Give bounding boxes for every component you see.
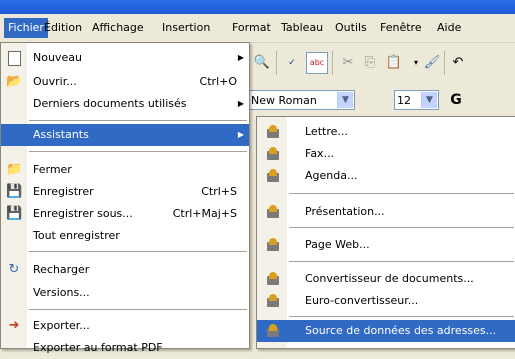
- menu-item-fermer[interactable]: 📁 Fermer: [1, 159, 249, 181]
- submenu-item-fax[interactable]: Fax...: [257, 143, 515, 165]
- wizard-icon: [265, 293, 281, 309]
- wizard-icon: [265, 124, 281, 140]
- menu-edition[interactable]: Édition: [40, 18, 86, 38]
- paste-icon[interactable]: 📋: [384, 53, 404, 73]
- submenu-item-source-donnees-adresses[interactable]: Source de données des adresses...: [257, 320, 515, 342]
- wizard-icon: [265, 168, 281, 184]
- menu-item-exporter-pdf[interactable]: Exporter au format PDF: [1, 337, 249, 359]
- wizard-icon: [265, 146, 281, 162]
- reload-icon: ↻: [8, 262, 20, 277]
- undo-icon[interactable]: ↶: [448, 53, 468, 73]
- format-paintbrush-icon[interactable]: 🖌: [422, 53, 442, 73]
- chevron-down-icon[interactable]: ▼: [337, 92, 353, 108]
- submenu-item-lettre[interactable]: Lettre...: [257, 121, 515, 143]
- title-bar: [0, 0, 515, 14]
- menu-insertion[interactable]: Insertion: [158, 18, 214, 38]
- submenu-item-euro-convertisseur[interactable]: Euro-convertisseur...: [257, 290, 515, 312]
- menu-outils[interactable]: Outils: [331, 18, 371, 38]
- open-folder-icon: 📂: [6, 74, 23, 89]
- menu-fenetre[interactable]: Fenêtre: [376, 18, 426, 38]
- formatting-toolbar: New Roman ▼ 12 ▼ G: [248, 86, 515, 116]
- bold-button[interactable]: G: [446, 90, 466, 110]
- menu-item-versions[interactable]: Versions...: [1, 282, 249, 304]
- wizard-icon: [265, 237, 281, 253]
- autospellcheck-icon[interactable]: abc: [306, 52, 328, 74]
- menu-item-nouveau[interactable]: Nouveau ▶: [1, 47, 249, 69]
- menu-affichage[interactable]: Affichage: [88, 18, 148, 38]
- menu-item-exporter[interactable]: ➜ Exporter...: [1, 315, 249, 337]
- cut-icon[interactable]: ✂: [338, 53, 358, 73]
- wizard-icon: [265, 271, 281, 287]
- new-document-icon: [6, 50, 22, 66]
- wizard-icon: [265, 323, 281, 339]
- page-preview-icon[interactable]: 🔍: [252, 53, 272, 73]
- wizard-icon: [265, 204, 281, 220]
- submenu-arrow-icon: ▶: [237, 99, 244, 108]
- close-folder-icon: 📁: [6, 162, 23, 177]
- chevron-down-icon[interactable]: ▼: [421, 92, 437, 108]
- font-size-select[interactable]: 12 ▼: [394, 90, 439, 110]
- export-icon: ➜: [8, 318, 20, 333]
- menu-aide[interactable]: Aide: [433, 18, 465, 38]
- submenu-arrow-icon: ▶: [237, 130, 244, 139]
- menu-item-enregistrer-sous[interactable]: 💾 Enregistrer sous... Ctrl+Maj+S: [1, 203, 249, 225]
- menu-item-recharger[interactable]: ↻ Recharger: [1, 259, 249, 281]
- menu-item-assistants[interactable]: Assistants ▶: [1, 124, 249, 146]
- copy-icon[interactable]: ⎘: [360, 53, 380, 73]
- menu-tableau[interactable]: Tableau: [277, 18, 327, 38]
- submenu-item-agenda[interactable]: Agenda...: [257, 165, 515, 187]
- menu-item-tout-enregistrer[interactable]: Tout enregistrer: [1, 225, 249, 247]
- menu-item-enregistrer[interactable]: 💾 Enregistrer Ctrl+S: [1, 181, 249, 203]
- menu-bar: Fichier Édition Affichage Insertion Form…: [0, 14, 515, 43]
- save-as-icon: 💾: [6, 206, 23, 221]
- spellcheck-icon[interactable]: ✓: [282, 53, 302, 73]
- font-name-select[interactable]: New Roman ▼: [248, 90, 355, 110]
- fichier-menu: Nouveau ▶ 📂 Ouvrir... Ctrl+O Derniers do…: [0, 42, 250, 354]
- font-size-value: 12: [397, 94, 411, 107]
- menu-item-ouvrir[interactable]: 📂 Ouvrir... Ctrl+O: [1, 71, 249, 93]
- menu-format[interactable]: Format: [228, 18, 275, 38]
- menu-item-derniers-documents[interactable]: Derniers documents utilisés ▶: [1, 93, 249, 115]
- assistants-submenu: Lettre... Fax... Agenda... Présentation.…: [256, 116, 515, 349]
- submenu-item-presentation[interactable]: Présentation...: [257, 201, 515, 223]
- submenu-arrow-icon: ▶: [237, 53, 244, 62]
- save-icon: 💾: [6, 184, 23, 199]
- submenu-item-page-web[interactable]: Page Web...: [257, 234, 515, 256]
- standard-toolbar: 🔍 ✓ abc ✂ ⎘ 📋 ▾ 🖌 ↶: [248, 43, 515, 85]
- submenu-item-convertisseur-documents[interactable]: Convertisseur de documents...: [257, 268, 515, 290]
- font-name-value: New Roman: [251, 94, 317, 107]
